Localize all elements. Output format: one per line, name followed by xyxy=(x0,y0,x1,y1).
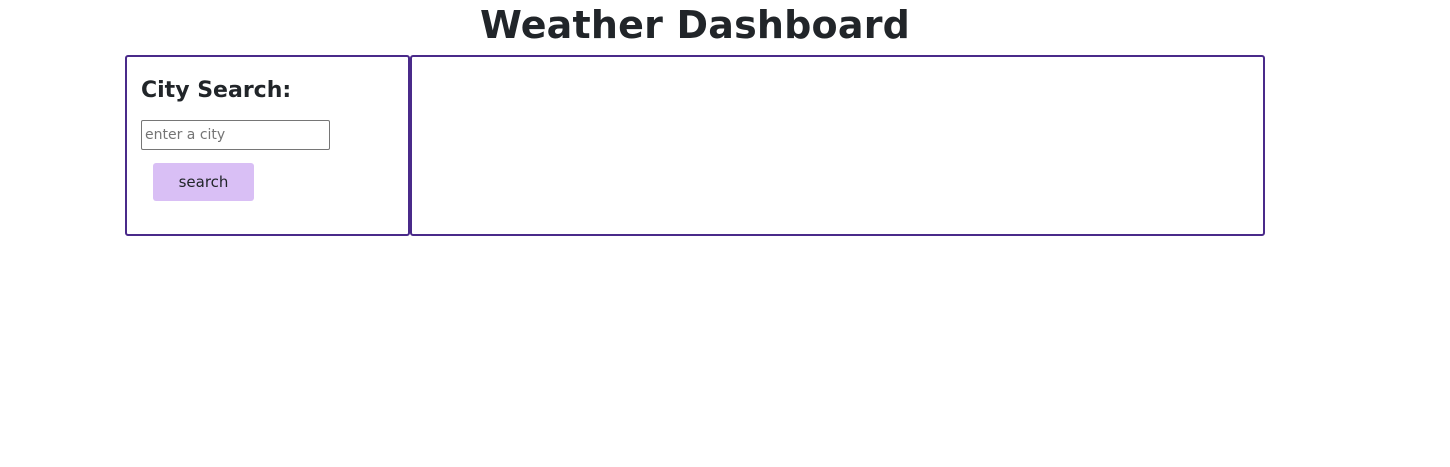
search-button[interactable]: search xyxy=(153,163,254,201)
city-search-heading: City Search: xyxy=(141,78,292,103)
city-search-panel: City Search: search xyxy=(125,55,410,236)
city-search-input[interactable] xyxy=(141,120,330,150)
weather-results-panel xyxy=(410,55,1265,236)
page-title: Weather Dashboard xyxy=(479,3,911,47)
